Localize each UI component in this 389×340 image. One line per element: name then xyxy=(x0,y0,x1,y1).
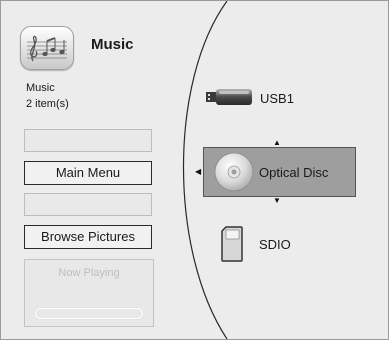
item-count-label: 2 item(s) xyxy=(26,98,69,110)
music-app-icon xyxy=(20,26,74,70)
usb-drive-icon xyxy=(206,87,252,112)
optical-disc-label[interactable]: Optical Disc xyxy=(259,165,328,180)
music-note-icon xyxy=(27,35,67,62)
browse-pictures-button[interactable]: Browse Pictures xyxy=(24,225,152,249)
page-title: Music xyxy=(91,36,134,53)
optical-disc-icon xyxy=(213,151,255,198)
usb1-label[interactable]: USB1 xyxy=(260,91,294,106)
main-menu-button[interactable]: Main Menu xyxy=(24,161,152,185)
now-playing-panel[interactable]: Now Playing xyxy=(24,259,154,327)
sd-card-icon xyxy=(221,226,243,267)
empty-menu-slot xyxy=(24,129,152,152)
sdio-label[interactable]: SDIO xyxy=(259,237,291,252)
empty-menu-slot xyxy=(24,193,152,216)
arrow-up-icon: ▲ xyxy=(273,138,281,147)
now-playing-label: Now Playing xyxy=(58,267,120,279)
media-browser-screen: Music Music 2 item(s) Main Menu Browse P… xyxy=(0,0,389,340)
arrow-down-icon: ▼ xyxy=(273,196,281,205)
arrow-left-icon: ◀ xyxy=(195,167,202,176)
category-label: Music xyxy=(26,82,55,94)
now-playing-progress-bar xyxy=(35,308,143,319)
